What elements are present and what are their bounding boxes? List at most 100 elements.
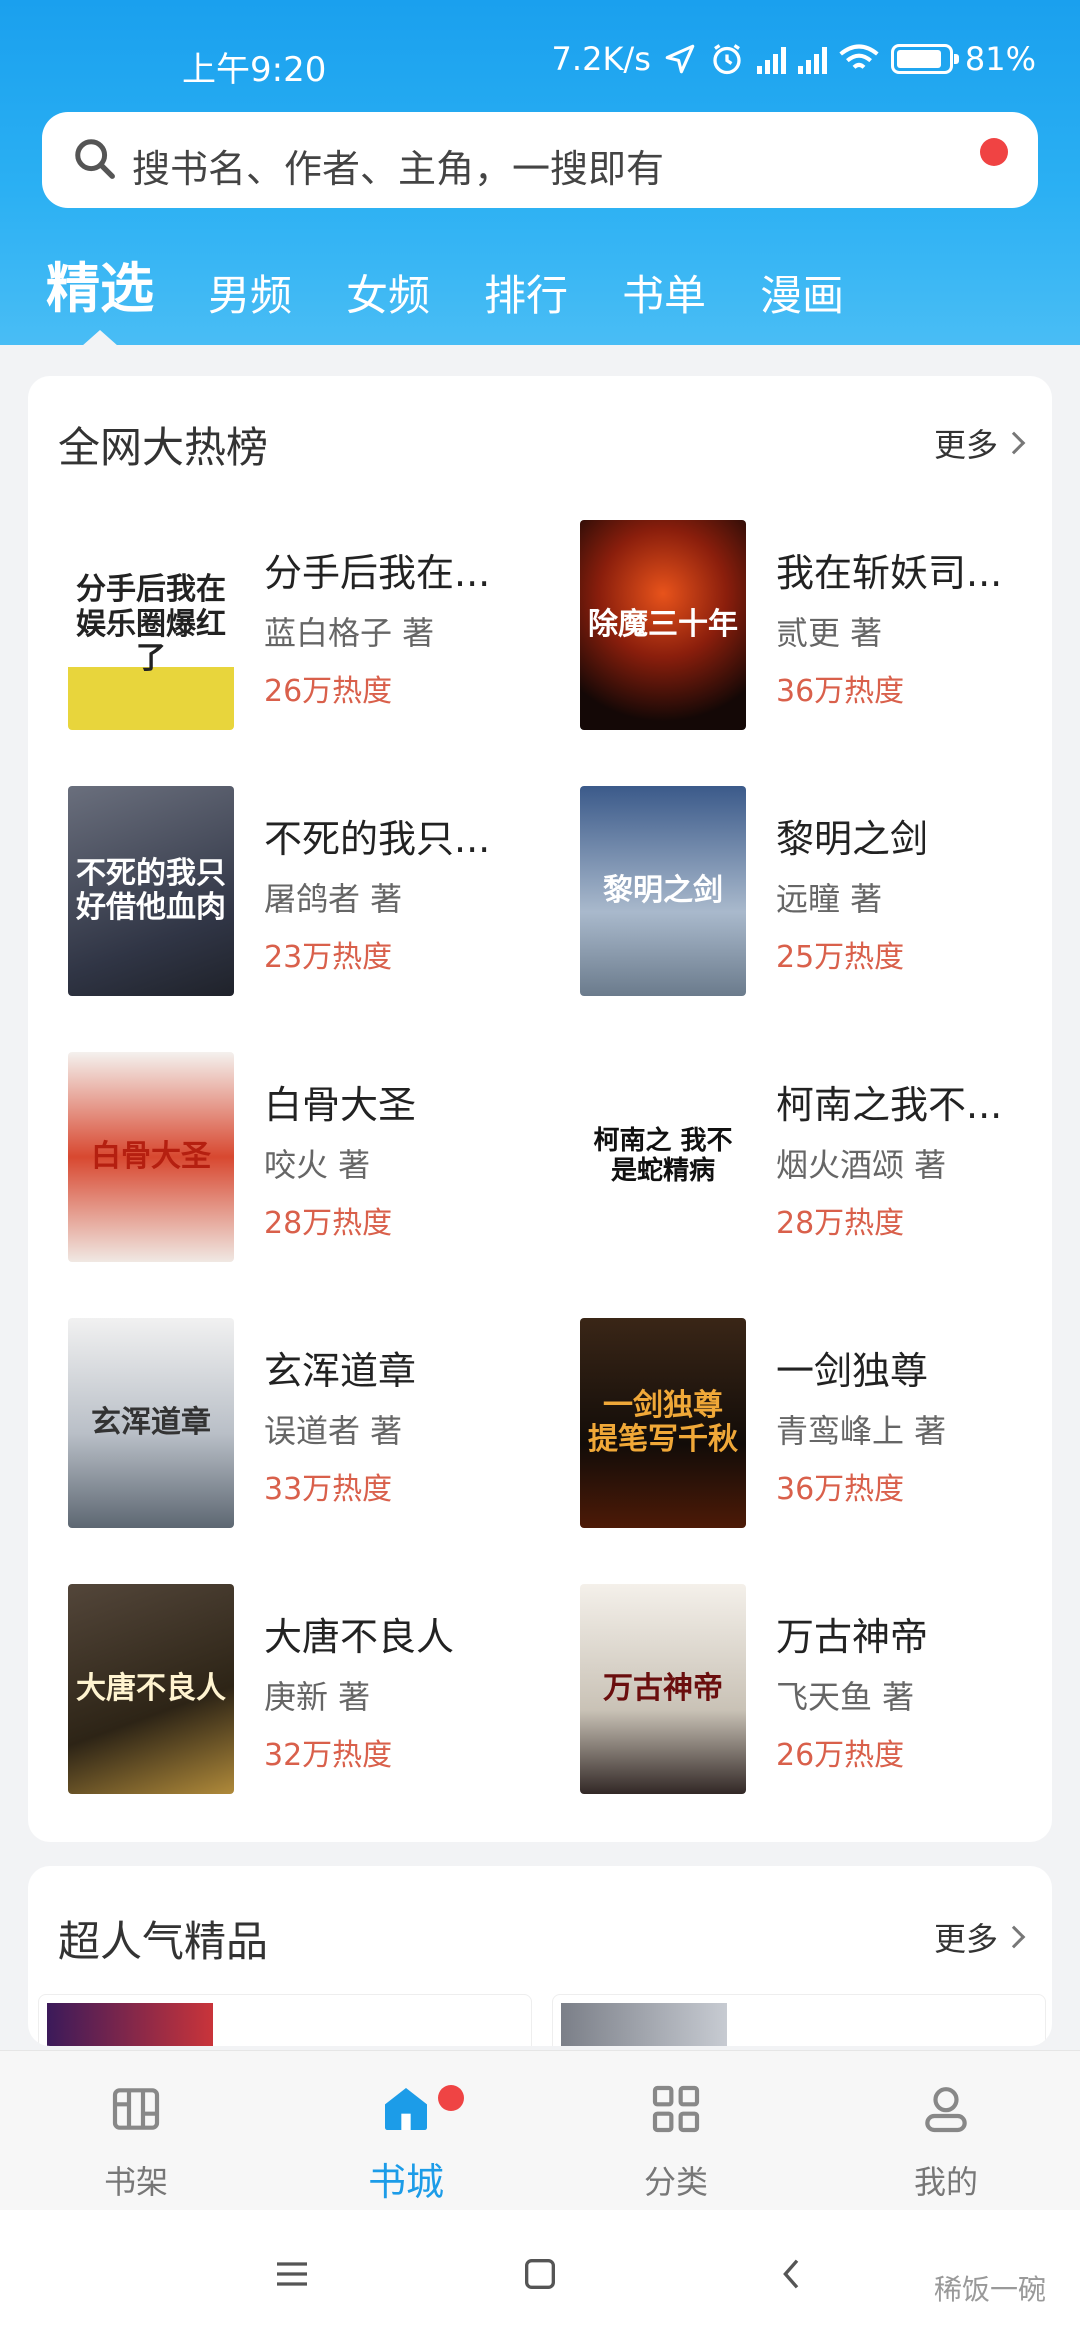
book-title: 分手后我在... bbox=[264, 551, 491, 595]
book-item[interactable]: 柯南之 我不是蛇精病 柯南之我不... 烟火酒颂 著 28万热度 bbox=[580, 1052, 1060, 1262]
book-cover: 玄浑道章 bbox=[68, 1318, 234, 1528]
book-item[interactable]: 万古神帝 万古神帝 飞天鱼 著 26万热度 bbox=[580, 1584, 1060, 1794]
book-heat: 36万热度 bbox=[776, 674, 905, 709]
book-heat: 28万热度 bbox=[776, 1206, 905, 1241]
book-author: 远瞳 著 bbox=[776, 880, 883, 918]
status-bar: 上午9:20 7.2K/s 81% bbox=[0, 28, 1080, 98]
book-title: 不死的我只... bbox=[264, 817, 491, 861]
nav-label: 书城 bbox=[367, 2160, 444, 2204]
book-cover: 黎明之剑 bbox=[580, 786, 746, 996]
user-icon bbox=[925, 2087, 967, 2133]
book-cover: 除魔三十年 bbox=[580, 520, 746, 730]
back-icon[interactable] bbox=[772, 2254, 812, 2294]
nav-label: 分类 bbox=[643, 2163, 708, 2201]
book-item[interactable]: 除魔三十年 我在斩妖司... 贰更 著 36万热度 bbox=[580, 520, 1060, 730]
notification-dot bbox=[980, 138, 1008, 166]
book-cover: 白骨大圣 bbox=[68, 1052, 234, 1262]
book-cover: 万古神帝 bbox=[580, 1584, 746, 1794]
book-cover: 一剑独尊 提笔写千秋 bbox=[580, 1318, 746, 1528]
nav-bookstore[interactable]: 书城 bbox=[306, 2081, 506, 2206]
book-heat: 32万热度 bbox=[264, 1738, 393, 1773]
active-tab-indicator bbox=[82, 330, 118, 346]
premium-card: 超人气精品 更多 bbox=[28, 1866, 1052, 2046]
book-author: 贰更 著 bbox=[776, 614, 883, 652]
tab-featured[interactable]: 精选 bbox=[46, 244, 154, 323]
book-author: 飞天鱼 著 bbox=[776, 1678, 915, 1716]
premium-book-item[interactable] bbox=[552, 1994, 1046, 2046]
premium-more-link[interactable]: 更多 bbox=[933, 1914, 1026, 1960]
chevron-right-icon bbox=[1002, 431, 1026, 455]
book-heat: 25万热度 bbox=[776, 940, 905, 975]
hot-list-more-link[interactable]: 更多 bbox=[933, 420, 1026, 466]
status-icons: 7.2K/s 81% bbox=[552, 40, 1036, 78]
hot-list-title: 全网大热榜 bbox=[58, 423, 269, 472]
tab-male[interactable]: 男频 bbox=[208, 262, 292, 323]
book-author: 烟火酒颂 著 bbox=[776, 1146, 947, 1184]
book-cover: 大唐不良人 bbox=[68, 1584, 234, 1794]
battery-level: 81% bbox=[964, 40, 1036, 78]
tab-booklist[interactable]: 书单 bbox=[622, 262, 706, 323]
book-cover bbox=[47, 2003, 213, 2046]
book-title: 柯南之我不... bbox=[776, 1083, 1003, 1127]
nav-category[interactable]: 分类 bbox=[576, 2081, 776, 2203]
grid-icon bbox=[652, 2085, 700, 2133]
book-item[interactable]: 黎明之剑 黎明之剑 远瞳 著 25万热度 bbox=[580, 786, 1060, 996]
search-icon bbox=[75, 139, 115, 179]
book-cover: 柯南之 我不是蛇精病 bbox=[580, 1052, 746, 1262]
book-item[interactable]: 玄浑道章 玄浑道章 误道者 著 33万热度 bbox=[68, 1318, 548, 1528]
tab-comics[interactable]: 漫画 bbox=[760, 262, 844, 323]
premium-book-item[interactable] bbox=[38, 1994, 532, 2046]
home-icon bbox=[385, 2088, 427, 2130]
book-item[interactable]: 分手后我在娱乐圈爆红了 分手后我在... 蓝白格子 著 26万热度 bbox=[68, 520, 548, 730]
book-item[interactable]: 大唐不良人 大唐不良人 庚新 著 32万热度 bbox=[68, 1584, 548, 1794]
book-title: 一剑独尊 bbox=[776, 1349, 929, 1393]
nav-bookshelf[interactable]: 书架 bbox=[36, 2081, 236, 2203]
book-title: 我在斩妖司... bbox=[776, 551, 1003, 595]
book-item[interactable]: 白骨大圣 白骨大圣 咬火 著 28万热度 bbox=[68, 1052, 548, 1262]
book-author: 蓝白格子 著 bbox=[264, 614, 435, 652]
book-author: 庚新 著 bbox=[264, 1678, 371, 1716]
signal-icon-2 bbox=[797, 44, 827, 74]
battery-icon bbox=[890, 44, 959, 74]
hot-list-card: 全网大热榜 更多 分手后我在娱乐圈爆红了 分手后我在... 蓝白格子 著 26万… bbox=[28, 376, 1052, 1842]
book-author: 咬火 著 bbox=[264, 1146, 371, 1184]
book-heat: 26万热度 bbox=[776, 1738, 905, 1773]
book-cover: 分手后我在娱乐圈爆红了 bbox=[68, 520, 234, 730]
search-bar[interactable]: 搜书名、作者、主角，一搜即有 bbox=[42, 112, 1038, 208]
category-tabs: 精选 男频 女频 排行 书单 漫画 bbox=[46, 244, 898, 323]
status-time: 上午9:20 bbox=[182, 50, 327, 90]
book-cover bbox=[561, 2003, 727, 2046]
book-author: 屠鸽者 著 bbox=[264, 880, 403, 918]
home-square-icon[interactable] bbox=[520, 2254, 560, 2294]
alarm-icon bbox=[713, 44, 741, 75]
premium-title: 超人气精品 bbox=[58, 1917, 269, 1966]
bookshelf-icon bbox=[112, 2088, 160, 2130]
book-heat: 36万热度 bbox=[776, 1472, 905, 1507]
book-heat: 33万热度 bbox=[264, 1472, 393, 1507]
system-nav-bar: 稀饭一碗 bbox=[0, 2210, 1080, 2340]
tab-female[interactable]: 女频 bbox=[346, 262, 430, 323]
bottom-nav: 书架 书城 分类 我的 bbox=[0, 2050, 1080, 2210]
book-cover: 不死的我只好借他血肉 bbox=[68, 786, 234, 996]
book-title: 大唐不良人 bbox=[264, 1615, 455, 1659]
more-label: 更多 bbox=[933, 1920, 998, 1958]
book-author: 误道者 著 bbox=[264, 1412, 403, 1450]
more-label: 更多 bbox=[933, 426, 998, 464]
notification-badge bbox=[438, 2085, 464, 2111]
nav-label: 我的 bbox=[913, 2163, 978, 2201]
header: 上午9:20 7.2K/s 81% 搜书名、作者、主角，一搜即有 精选 男频 女… bbox=[0, 0, 1080, 345]
book-item[interactable]: 不死的我只好借他血肉 不死的我只... 屠鸽者 著 23万热度 bbox=[68, 786, 548, 996]
wifi-icon bbox=[839, 44, 879, 69]
book-item[interactable]: 一剑独尊 提笔写千秋 一剑独尊 青鸾峰上 著 36万热度 bbox=[580, 1318, 1060, 1528]
network-speed: 7.2K/s bbox=[551, 40, 651, 78]
tab-ranking[interactable]: 排行 bbox=[484, 262, 568, 323]
search-placeholder: 搜书名、作者、主角，一搜即有 bbox=[132, 147, 665, 191]
location-icon bbox=[665, 44, 695, 74]
signal-icon bbox=[756, 44, 786, 74]
menu-icon[interactable] bbox=[272, 2254, 312, 2294]
book-title: 黎明之剑 bbox=[776, 817, 929, 861]
nav-profile[interactable]: 我的 bbox=[846, 2081, 1046, 2203]
book-title: 万古神帝 bbox=[776, 1615, 929, 1659]
book-heat: 26万热度 bbox=[264, 674, 393, 709]
chevron-right-icon bbox=[1002, 1925, 1026, 1949]
